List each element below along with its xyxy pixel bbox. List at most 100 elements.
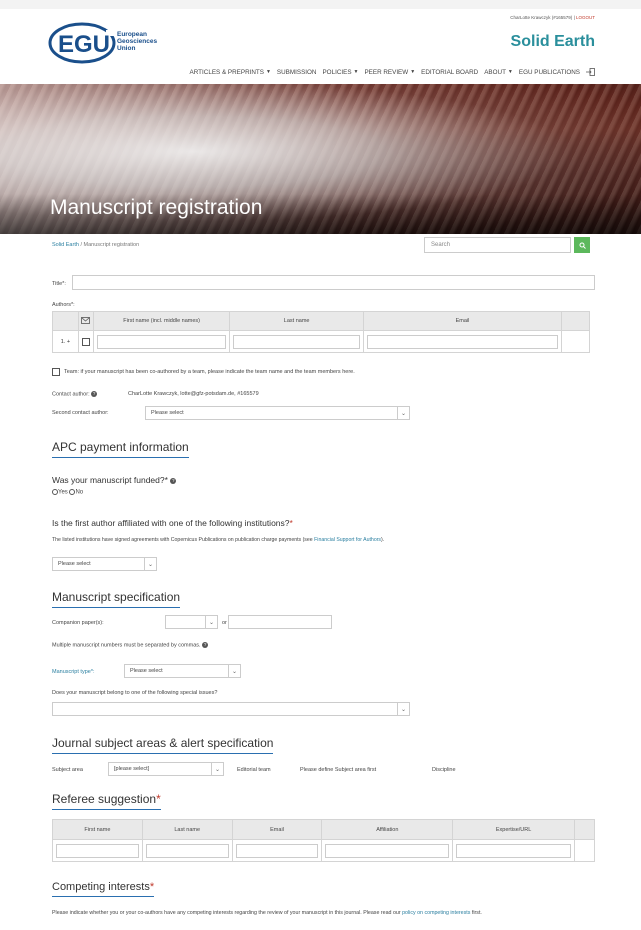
nav-policies[interactable]: POLICIES ▼ (322, 68, 358, 76)
required-mark: * (149, 881, 155, 893)
chevron-down-icon: ⌄ (228, 665, 240, 677)
first-name-input[interactable] (96, 334, 227, 349)
help-icon[interactable]: ? (170, 477, 177, 484)
competing-text-end: first. (470, 910, 482, 916)
nav-egu-publications[interactable]: EGU PUBLICATIONS (519, 68, 580, 76)
nav-articles[interactable]: ARTICLES & PREPRINTS ▼ (190, 68, 271, 76)
nav-label: SUBMISSION (276, 68, 317, 76)
referee-last-input[interactable] (145, 843, 229, 858)
search-button[interactable] (574, 237, 590, 253)
row-number: 1. (60, 338, 66, 345)
referee-col-email: Email (231, 819, 323, 840)
special-issue-select[interactable]: ⌄ (52, 702, 410, 716)
referee-col-first: First name (52, 819, 143, 840)
multiple-note: Multiple manuscript numbers must be sepa… (52, 642, 209, 649)
nav-submission[interactable]: SUBMISSION (277, 68, 317, 76)
contact-checkbox[interactable] (81, 337, 90, 346)
nav-label: ABOUT (484, 68, 506, 76)
caret-icon: ▼ (507, 69, 513, 75)
companion-select[interactable]: ⌄ (165, 615, 218, 629)
select-value: Please select (58, 561, 91, 567)
table-row (52, 839, 596, 862)
nav-label: EDITORIAL BOARD (421, 68, 479, 76)
chevron-down-icon: ⌄ (397, 407, 409, 419)
referee-expertise-input[interactable] (456, 843, 571, 858)
note-text: The listed institutions have signed agre… (52, 537, 315, 543)
referee-expertise-cell (452, 839, 575, 862)
breadcrumb-sep: / (80, 242, 82, 248)
special-issue-question: Does your manuscript belong to one of th… (52, 690, 218, 696)
author-last-cell (229, 330, 364, 353)
help-icon[interactable]: ? (91, 391, 98, 397)
referee-first-cell (52, 839, 143, 862)
sign-in-icon[interactable] (586, 68, 595, 76)
egu-logo-mark: EGU (48, 22, 116, 64)
authors-col-email: Email (362, 311, 563, 331)
referee-first-input[interactable] (56, 843, 139, 858)
nav-peer-review[interactable]: PEER REVIEW ▼ (364, 68, 415, 76)
nav-editorial-board[interactable]: EDITORIAL BOARD (421, 68, 478, 76)
policy-link-part2[interactable]: competing interests (424, 910, 470, 916)
last-name-input[interactable] (233, 334, 360, 349)
author-extra-cell (561, 330, 590, 353)
page-title: Manuscript registration (50, 196, 263, 219)
referee-affiliation-input[interactable] (325, 843, 450, 858)
policy-link-part1[interactable]: policy on (402, 910, 423, 916)
main-nav: ARTICLES & PREPRINTS ▼ SUBMISSION POLICIE… (190, 68, 595, 76)
authors-label: Authors*: (52, 302, 75, 308)
team-text: Team: if your manuscript has been co-aut… (64, 369, 355, 375)
referee-col-affiliation: Affiliation (321, 819, 454, 840)
funded-question: Was your manuscript funded?* ? (52, 475, 177, 485)
manuscript-type-label[interactable]: Manuscript type*: (52, 669, 95, 675)
egu-logo[interactable]: EGU European Geosciences Union (48, 22, 178, 64)
author-email-cell (362, 330, 563, 353)
chevron-down-icon: ⌄ (205, 616, 217, 628)
email-input[interactable] (366, 334, 559, 349)
funded-options: Yes No (52, 489, 83, 496)
logo-line-3: Union (117, 45, 136, 52)
chevron-down-icon: ⌄ (144, 558, 156, 570)
multiple-note-text: Multiple manuscript numbers must be sepa… (52, 642, 201, 649)
breadcrumb-home[interactable]: Solid Earth (52, 242, 79, 248)
caret-icon: ▼ (410, 69, 416, 75)
note-end: ). (381, 537, 385, 543)
referee-affiliation-cell (321, 839, 454, 862)
editorial-team-note: Please define Subject area first (300, 767, 377, 773)
breadcrumb: Solid Earth / Manuscript registration (52, 242, 139, 248)
search-input[interactable]: Search (424, 237, 571, 253)
competing-text: Please indicate whether you or your co-a… (52, 909, 597, 917)
funded-question-text: Was your manuscript funded?* (52, 475, 168, 485)
referee-email-input[interactable] (235, 843, 319, 858)
financial-support-link[interactable]: Financial Support for Authors (314, 537, 381, 543)
second-contact-label: Second contact author: (52, 410, 109, 416)
companion-label: Companion paper(s): (52, 620, 104, 626)
help-icon[interactable]: ? (202, 642, 209, 648)
institution-select[interactable]: Please select ⌄ (52, 557, 157, 571)
select-value: [please select] (114, 766, 150, 772)
author-mail-cell (77, 330, 94, 353)
competing-heading-text: Competing interests (52, 881, 150, 893)
nav-label: EGU PUBLICATIONS (518, 68, 580, 76)
author-row-index: 1. + (52, 330, 79, 353)
manuscript-type-select[interactable]: Please select ⌄ (124, 664, 241, 678)
companion-input[interactable] (228, 615, 332, 629)
second-contact-select[interactable]: Please select ⌄ (145, 406, 410, 420)
add-author-button[interactable]: + (67, 339, 70, 345)
logout-link[interactable]: LOGOUT (576, 15, 595, 20)
or-text: or (222, 620, 227, 626)
nav-label: POLICIES (322, 68, 352, 76)
competing-heading: Competing interests* (52, 881, 155, 897)
logo-line-1: European (117, 31, 147, 38)
hero-banner: Manuscript registration (0, 84, 641, 234)
referee-heading: Referee suggestion* (52, 792, 161, 810)
title-input[interactable] (72, 275, 595, 290)
nav-label: PEER REVIEW (364, 68, 409, 76)
apc-heading: APC payment information (52, 440, 189, 458)
journal-title[interactable]: Solid Earth (511, 33, 595, 51)
team-checkbox[interactable] (52, 368, 60, 376)
subject-area-select[interactable]: [please select] ⌄ (108, 762, 224, 776)
caret-icon: ▼ (353, 69, 359, 75)
authors-table: First name (incl. middle names) Last nam… (52, 311, 590, 353)
nav-about[interactable]: ABOUT ▼ (484, 68, 513, 76)
affiliated-question: Is the first author affiliated with one … (52, 518, 293, 528)
